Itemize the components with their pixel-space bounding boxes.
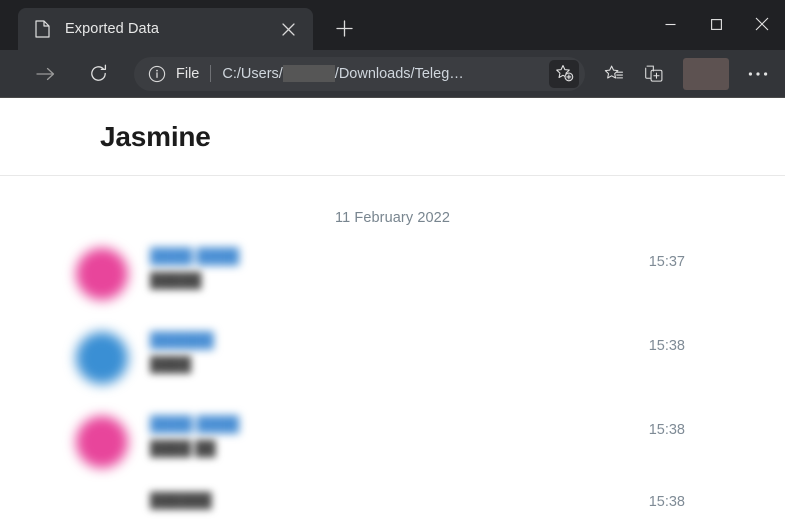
message-timestamp: 15:38 — [648, 338, 685, 354]
tab-exported-data[interactable]: Exported Data — [18, 8, 313, 50]
message-row: ████ ████ █████ 15:37 — [0, 248, 785, 306]
message-body: ████ ████ ████ ██ — [128, 416, 685, 460]
url-scheme-label: File — [176, 65, 200, 82]
profile-avatar[interactable] — [683, 57, 729, 90]
add-favorite-icon[interactable] — [549, 59, 579, 88]
tab-list: Exported Data — [0, 0, 361, 50]
address-bar[interactable]: File C:/Users/ /Downloads/Teleg… — [134, 56, 585, 91]
window-controls — [647, 0, 785, 48]
message-sender[interactable]: ██████ — [150, 332, 214, 349]
message-history: 11 February 2022 ████ ████ █████ 15:37 █… — [0, 176, 785, 519]
message-row: ██████ ████ 15:38 — [0, 332, 785, 390]
browser-window: Exported Data File C:/Users/ /Downloads/… — [0, 0, 785, 519]
date-divider: 11 February 2022 — [335, 210, 450, 226]
message-body: ██████ — [128, 492, 685, 512]
message-text: ████ — [150, 357, 192, 373]
document-icon — [34, 19, 51, 39]
close-window-icon[interactable] — [739, 0, 785, 48]
message-sender[interactable]: ████ ████ — [150, 248, 239, 265]
avatar — [76, 332, 128, 384]
message-timestamp: 15:38 — [648, 422, 685, 438]
avatar — [76, 416, 128, 468]
browser-toolbar: File C:/Users/ /Downloads/Teleg… — [0, 50, 785, 98]
message-row: ██████ 15:38 — [0, 492, 785, 519]
message-row: ████ ████ ████ ██ 15:38 — [0, 416, 785, 474]
url-prefix: C:/Users/ — [222, 65, 283, 82]
message-text: █████ — [150, 273, 202, 289]
message-body: ████ ████ █████ — [128, 248, 685, 292]
message-sender[interactable]: ████ ████ — [150, 416, 239, 433]
tab-title: Exported Data — [65, 21, 159, 37]
message-body: ██████ ████ — [128, 332, 685, 376]
new-tab-button[interactable] — [327, 11, 361, 45]
url-text: C:/Users/ /Downloads/Teleg… — [222, 65, 545, 82]
omnibox-divider — [210, 65, 212, 82]
refresh-icon[interactable] — [80, 58, 116, 90]
message-text: ████ ██ — [150, 441, 216, 457]
page-title: Jasmine — [100, 120, 211, 152]
url-redaction-block — [282, 65, 335, 82]
message-timestamp: 15:37 — [648, 254, 685, 270]
collections-icon[interactable] — [637, 58, 671, 90]
url-suffix: /Downloads/Teleg… — [334, 65, 464, 82]
forward-arrow-icon[interactable] — [28, 58, 64, 90]
favorites-icon[interactable] — [597, 58, 631, 90]
page-header: Jasmine — [0, 98, 785, 176]
close-icon[interactable] — [275, 16, 301, 42]
avatar — [76, 248, 128, 300]
page-content: Jasmine 11 February 2022 ████ ████ █████… — [0, 98, 785, 519]
tab-strip: Exported Data — [0, 0, 785, 50]
maximize-icon[interactable] — [693, 0, 739, 48]
message-timestamp: 15:38 — [648, 494, 685, 510]
back-button-icon[interactable] — [0, 58, 22, 90]
settings-and-more-icon[interactable] — [741, 58, 775, 90]
minimize-icon[interactable] — [647, 0, 693, 48]
info-circle-icon[interactable] — [146, 63, 168, 85]
message-text: ██████ — [150, 493, 212, 509]
